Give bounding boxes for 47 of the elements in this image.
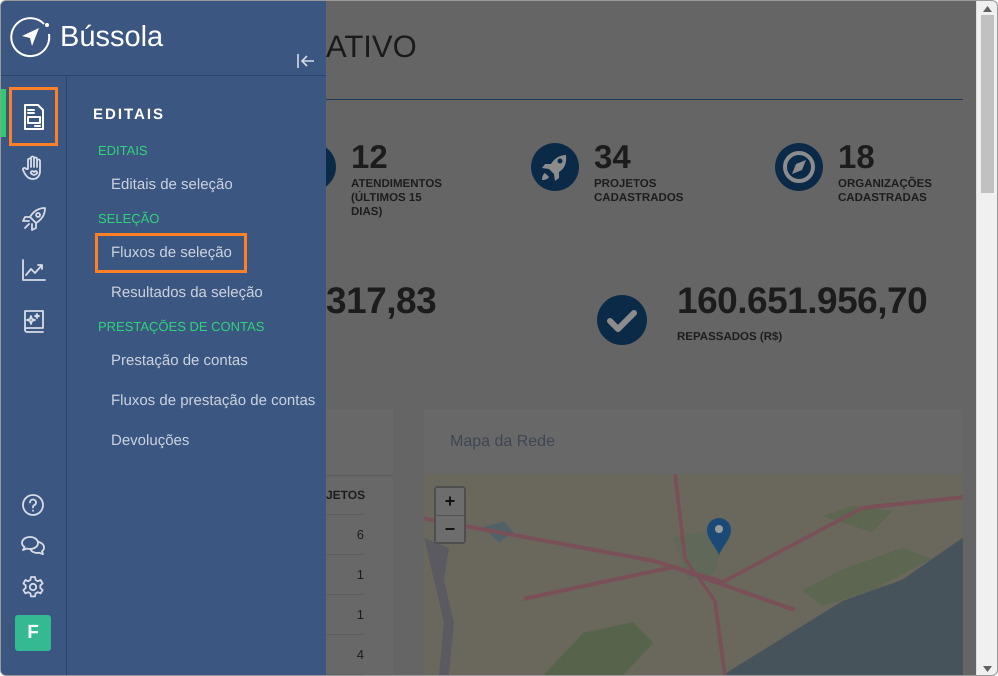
- chat-icon: [20, 534, 46, 558]
- stat-label: ATENDIMENTOS (ÚLTIMOS 15 DIAS): [351, 177, 443, 220]
- scroll-up-icon[interactable]: [982, 6, 992, 12]
- menu-item[interactable]: Fluxos de prestação de contas: [95, 381, 330, 421]
- menu-item[interactable]: Fluxos de seleção: [95, 233, 247, 273]
- total-label: REPASSADOS (R$): [677, 331, 784, 344]
- stat-label: PROJETOS CADASTRADOS: [594, 177, 684, 206]
- column-header: JETOS: [326, 476, 364, 515]
- page-title: ATIVO: [326, 29, 417, 66]
- table-cell: 6: [326, 515, 364, 555]
- zoom-in-button[interactable]: +: [436, 488, 464, 515]
- help-icon: [20, 492, 44, 516]
- document-icon: [22, 104, 44, 130]
- settings-icon: [20, 574, 44, 598]
- total-value: 160.651.956,70: [677, 281, 928, 322]
- brand-name: Bússola: [60, 21, 164, 54]
- book-icon: [22, 308, 46, 334]
- logo-icon: [10, 16, 52, 58]
- collapse-icon[interactable]: [296, 53, 316, 69]
- stat-value: 18: [838, 139, 876, 176]
- menu-item[interactable]: Devoluções: [95, 421, 204, 461]
- zoom-out-button[interactable]: −: [436, 515, 464, 542]
- table-cell: 1: [326, 555, 364, 595]
- scroll-thumb[interactable]: [980, 15, 994, 193]
- section-heading: SELEÇÃO: [98, 211, 160, 228]
- section-heading: PRESTAÇÕES DE CONTAS: [98, 319, 266, 336]
- scrollbar[interactable]: [976, 1, 997, 675]
- rocket-icon: [531, 143, 579, 192]
- stat-label: ORGANIZAÇÕES CADASTRADAS: [838, 177, 933, 206]
- stat-value: 34: [594, 139, 632, 176]
- user-avatar[interactable]: F: [15, 615, 51, 651]
- check-icon: [597, 295, 647, 346]
- menu-item[interactable]: Prestação de contas: [95, 341, 263, 381]
- menu-item[interactable]: Editais de seleção: [95, 165, 248, 205]
- section-heading: EDITAIS: [98, 143, 149, 160]
- menu-title: EDITAIS: [93, 106, 166, 123]
- total-value: 317,83: [326, 281, 436, 322]
- chart-icon: [20, 258, 46, 282]
- menu-item[interactable]: Resultados da seleção: [95, 273, 278, 313]
- stat-value: 12: [351, 139, 389, 176]
- rocket-icon: [20, 206, 46, 232]
- table-cell: 1: [326, 595, 364, 635]
- nav-button[interactable]: [9, 87, 58, 146]
- scroll-down-icon[interactable]: [982, 666, 992, 672]
- table-cell: 4: [326, 635, 364, 675]
- compass-icon: [775, 143, 823, 192]
- map-pin-icon: [706, 517, 732, 555]
